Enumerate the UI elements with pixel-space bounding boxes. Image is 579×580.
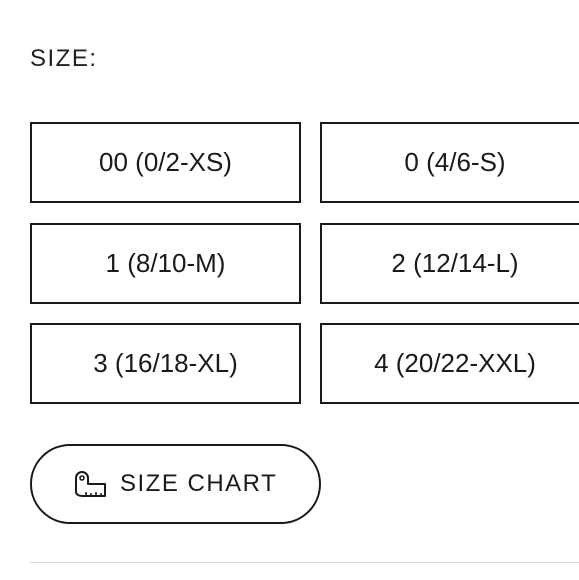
divider [30,562,579,563]
size-option-3[interactable]: 3 (16/18-XL) [30,323,301,404]
size-option-00[interactable]: 00 (0/2-XS) [30,122,301,203]
size-chart-button[interactable]: SIZE CHART [30,444,321,524]
measuring-tape-icon [72,470,110,498]
size-option-2[interactable]: 2 (12/14-L) [320,223,579,304]
size-label: SIZE: [30,45,98,72]
size-chart-label: SIZE CHART [120,470,278,497]
size-option-0[interactable]: 0 (4/6-S) [320,122,579,203]
size-option-1[interactable]: 1 (8/10-M) [30,223,301,304]
size-option-4[interactable]: 4 (20/22-XXL) [320,323,579,404]
